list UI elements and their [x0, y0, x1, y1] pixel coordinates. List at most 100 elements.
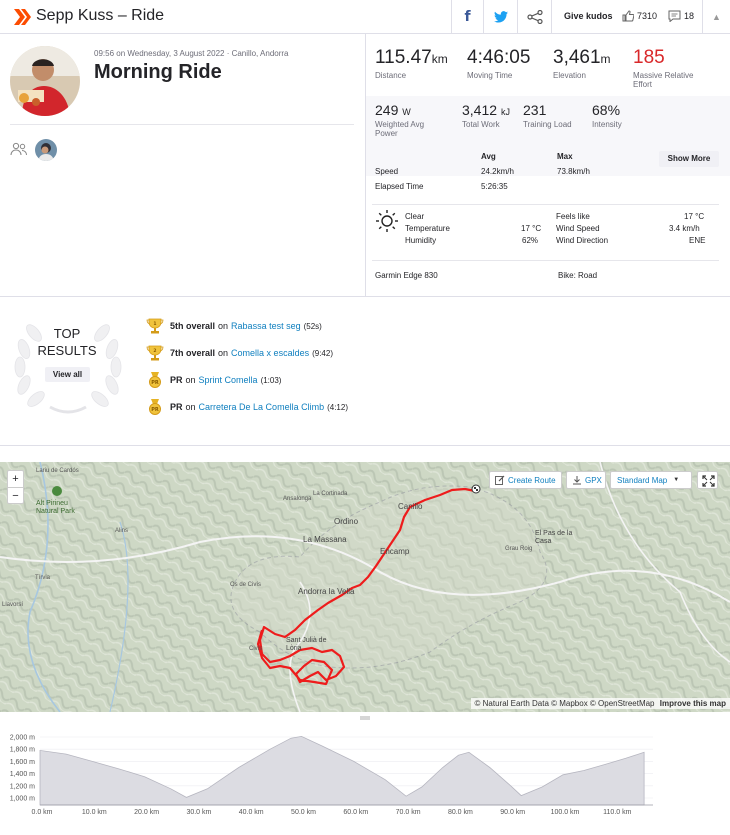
map-label-lariu: Lariu de Cardós — [36, 468, 79, 474]
x-tick-label: 50.0 km — [291, 809, 316, 816]
twitter-share-button[interactable] — [483, 0, 517, 33]
gpx-label: GPX — [585, 475, 602, 485]
moving-time-label: Moving Time — [467, 71, 513, 80]
map-label-canillo: Canillo — [398, 502, 423, 511]
map-label-andorra: Andorra la Vella — [298, 587, 355, 596]
result-on: on — [218, 348, 229, 358]
training-load-value: 231 — [523, 102, 547, 118]
y-tick-label: 1,000 m — [10, 796, 35, 803]
trophy-gold-icon: 2 — [146, 345, 164, 361]
give-kudos-button[interactable]: Give kudos — [564, 11, 613, 21]
participant-avatar[interactable] — [35, 139, 57, 161]
intensity-label: Intensity — [592, 120, 622, 129]
map-label-ansalonga: Ansalonga — [283, 496, 312, 502]
elevation-label: Elevation — [553, 71, 586, 80]
view-all-button[interactable]: View all — [45, 367, 90, 382]
top-result-item: PR PR on Sprint Comella (1:03) — [146, 371, 281, 389]
temperature-value: 17 °C — [521, 224, 542, 233]
segment-link[interactable]: Carretera De La Comella Climb — [199, 402, 325, 412]
download-icon — [573, 476, 581, 485]
x-tick-label: 90.0 km — [500, 809, 525, 816]
bike-name: Bike: Road — [558, 271, 598, 280]
map-label-civis: Civís — [249, 646, 263, 652]
svg-text:1: 1 — [153, 321, 156, 327]
stat-power: 249 W Weighted Avg Power — [375, 102, 424, 138]
result-time: (1:03) — [260, 375, 282, 385]
create-route-icon — [495, 475, 505, 485]
feels-like-value: 17 °C — [684, 212, 705, 221]
trophy-gold-icon: 1 — [146, 318, 164, 334]
stat-relative-effort[interactable]: 185 Massive Relative Effort — [633, 47, 693, 89]
facebook-share-button[interactable]: f — [451, 0, 483, 33]
map-label-llavorsi: Llavorsí — [2, 602, 24, 608]
comment-icon[interactable] — [668, 10, 681, 22]
top-result-item: PR PR on Carretera De La Comella Climb (4:12… — [146, 398, 348, 416]
elevation-value: 3,461 — [553, 47, 601, 68]
result-time: (4:12) — [327, 402, 348, 412]
elapsed-time-value: 5:26:35 — [481, 182, 508, 191]
result-rank: 5th overall — [170, 321, 216, 331]
wind-direction-label: Wind Direction — [556, 236, 609, 245]
device-name: Garmin Edge 830 — [375, 271, 438, 280]
improve-map-link[interactable]: Improve this map — [660, 699, 726, 708]
map-label-park: Alt Pirineu Natural Park — [36, 500, 75, 515]
sun-icon — [376, 210, 398, 232]
zoom-in-button[interactable]: + — [8, 471, 23, 488]
route-map[interactable]: Lariu de Cardós Alt Pirineu Natural Park… — [0, 462, 730, 712]
x-tick-label: 70.0 km — [396, 809, 421, 816]
elevation-unit: m — [600, 52, 611, 66]
y-tick-label: 1,200 m — [10, 783, 35, 790]
distance-unit: km — [431, 52, 448, 66]
pr-medal-icon: PR — [149, 372, 161, 388]
segment-link[interactable]: Comella x escaldes — [231, 348, 309, 358]
x-tick-label: 100.0 km — [551, 809, 580, 816]
zoom-out-button[interactable]: − — [8, 488, 23, 504]
map-label-os-civis: Os de Civís — [230, 582, 262, 588]
map-attribution: © Natural Earth Data © Mapbox © OpenStre… — [470, 698, 730, 709]
thumbs-up-icon[interactable] — [622, 10, 634, 22]
fullscreen-button[interactable] — [697, 471, 718, 489]
segment-link[interactable]: Rabassa test seg — [231, 321, 301, 331]
wind-direction-value: ENE — [689, 236, 706, 245]
svg-text:PR: PR — [151, 380, 159, 386]
gpx-download-button[interactable]: GPX — [566, 471, 606, 489]
elevation-profile[interactable]: 2,000 m 1,800 m 1,600 m 1,400 m 1,200 m 1,000… — [0, 712, 730, 835]
svg-text:2: 2 — [153, 348, 156, 354]
laurel-wreath-icon — [14, 324, 122, 414]
top-results-title-line-2: RESULTS — [37, 343, 97, 358]
map-type-select[interactable]: Standard Map ▼ — [610, 471, 692, 489]
y-tick-label: 2,000 m — [10, 735, 35, 742]
humidity-label: Humidity — [405, 236, 437, 245]
comment-count[interactable]: 18 — [684, 11, 694, 21]
power-label: Weighted Avg — [375, 120, 425, 129]
stat-distance: 115.47km Distance — [375, 47, 448, 80]
activity-header: Sepp Kuss – Ride f Give kudos 7310 18 ▲ — [0, 0, 730, 34]
result-on: on — [185, 375, 196, 385]
strava-chevron-icon[interactable] — [12, 8, 32, 26]
athlete-avatar[interactable] — [10, 46, 80, 116]
kudos-count[interactable]: 7310 — [637, 11, 657, 21]
twitter-icon — [493, 10, 508, 23]
relative-effort-value: 185 — [633, 47, 665, 68]
result-rank: 7th overall — [170, 348, 216, 358]
result-on: on — [185, 402, 196, 412]
show-more-button[interactable]: Show More — [659, 151, 719, 167]
map-label-alins: Alins — [115, 528, 129, 534]
create-route-button[interactable]: Create Route — [489, 471, 562, 489]
activity-meta: 09:56 on Wednesday, 3 August 2022 · Cani… — [94, 49, 289, 58]
weather-condition: Clear — [405, 212, 425, 221]
elevation-area — [39, 735, 645, 806]
segment-link[interactable]: Sprint Comella — [199, 375, 258, 385]
total-work-unit: kJ — [500, 107, 510, 117]
speed-max: 73.8km/h — [557, 167, 590, 176]
elevation-chart: 2,000 m 1,800 m 1,600 m 1,400 m 1,200 m 1,000… — [10, 735, 653, 816]
share-icon — [526, 9, 543, 24]
result-rank: PR — [170, 402, 183, 412]
collapse-header-button[interactable]: ▲ — [702, 0, 730, 33]
group-activity-icon[interactable] — [10, 142, 28, 156]
chevron-up-icon: ▲ — [712, 11, 721, 22]
create-route-label: Create Route — [508, 475, 556, 485]
top-results-title: TOP RESULTS — [24, 325, 110, 359]
stat-training-load: 231 Training Load — [523, 102, 572, 129]
share-button[interactable] — [517, 0, 551, 33]
